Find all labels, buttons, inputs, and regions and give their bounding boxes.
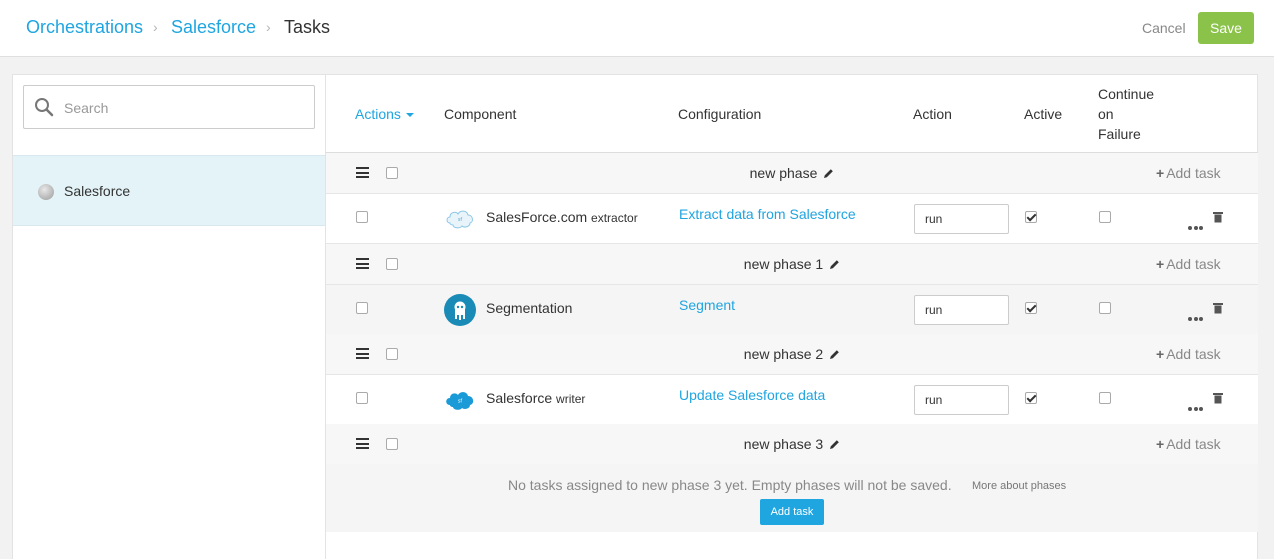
salesforce-extractor-icon: sf [446, 210, 473, 229]
more-about-phases-link[interactable]: More about phases [972, 480, 1066, 492]
component-label: Segmentation [486, 300, 573, 316]
breadcrumb-chevron-icon: › [266, 19, 271, 35]
add-task-button[interactable]: Add task [760, 499, 824, 525]
trash-icon[interactable] [1213, 302, 1223, 314]
segmentation-icon [444, 294, 476, 326]
svg-text:sf: sf [458, 399, 463, 405]
cancel-button[interactable]: Cancel [1142, 20, 1186, 36]
more-options-icon[interactable] [1188, 308, 1205, 324]
column-header-active: Active [1024, 106, 1063, 122]
trash-icon[interactable] [1213, 392, 1223, 404]
add-task-label: Add task [1166, 346, 1221, 362]
action-input[interactable] [914, 385, 1009, 415]
phase-row: new phase + Add task [326, 153, 1258, 194]
phase-name: new phase 2 [326, 346, 1258, 362]
component-label: SalesForce.com [486, 209, 588, 225]
active-checkbox[interactable] [1025, 211, 1037, 223]
active-checkbox[interactable] [1025, 392, 1037, 404]
empty-phase-message: No tasks assigned to new phase 3 yet. Em… [508, 477, 952, 493]
task-row: sf SalesForce.com extractor Extract data… [326, 194, 1258, 244]
add-task-link[interactable]: + Add task [1156, 346, 1221, 362]
component-name: SalesForce.com extractor [486, 209, 638, 225]
phase-name: new phase 3 [326, 436, 1258, 452]
task-checkbox[interactable] [356, 211, 368, 223]
configuration-link[interactable]: Segment [679, 297, 735, 313]
add-task-label: Add task [1166, 256, 1221, 272]
phase-name-text: new phase 3 [743, 436, 824, 452]
search-input[interactable] [64, 98, 304, 118]
empty-phase-area: No tasks assigned to new phase 3 yet. Em… [326, 464, 1258, 532]
pencil-icon[interactable] [829, 439, 840, 450]
component-name: Salesforce writer [486, 390, 585, 406]
sidebar-item-salesforce[interactable]: Salesforce [13, 155, 325, 226]
pencil-icon[interactable] [829, 259, 840, 270]
more-options-icon[interactable] [1188, 217, 1205, 233]
actions-label: Actions [355, 106, 401, 122]
phase-row: new phase 1 + Add task [326, 244, 1258, 285]
configuration-link[interactable]: Extract data from Salesforce [679, 206, 856, 222]
add-task-link[interactable]: + Add task [1156, 165, 1221, 181]
status-dot-icon [38, 184, 54, 200]
phase-row: new phase 3 + Add task [326, 424, 1258, 465]
task-row: sf Salesforce writer Update Salesforce d… [326, 375, 1258, 425]
component-label: Salesforce [486, 390, 553, 406]
column-header-on: on [1098, 106, 1114, 122]
column-header-failure: Failure [1098, 126, 1141, 142]
add-task-link[interactable]: + Add task [1156, 256, 1221, 272]
pencil-icon[interactable] [823, 168, 834, 179]
component-type: writer [556, 392, 586, 406]
plus-icon: + [1156, 165, 1165, 181]
caret-down-icon [405, 113, 414, 118]
phase-name-text: new phase [749, 165, 818, 181]
phase-name: new phase 1 [326, 256, 1258, 272]
task-checkbox[interactable] [356, 302, 368, 314]
task-checkbox[interactable] [356, 392, 368, 404]
action-input[interactable] [914, 204, 1009, 234]
continue-on-failure-checkbox[interactable] [1099, 392, 1111, 404]
top-bar: Orchestrations › Salesforce › Tasks Canc… [0, 0, 1274, 57]
component-name: Segmentation [486, 300, 572, 316]
search-box [23, 85, 315, 129]
active-checkbox[interactable] [1025, 302, 1037, 314]
phase-name-text: new phase 2 [743, 346, 824, 362]
phase-name-text: new phase 1 [743, 256, 824, 272]
salesforce-writer-icon: sf [446, 392, 474, 410]
breadcrumb-chevron-icon: › [153, 19, 158, 35]
component-type: extractor [591, 211, 638, 225]
column-header-action: Action [913, 106, 952, 122]
sidebar-item-label: Salesforce [64, 183, 131, 199]
more-options-icon[interactable] [1188, 398, 1205, 414]
sidebar: Salesforce [12, 74, 326, 559]
add-task-link[interactable]: + Add task [1156, 436, 1221, 452]
task-row: Segmentation Segment [326, 285, 1258, 335]
phase-name: new phase [326, 165, 1258, 181]
actions-dropdown[interactable]: Actions [355, 106, 414, 122]
breadcrumb-salesforce[interactable]: Salesforce [171, 17, 256, 38]
column-header-continue: Continue [1098, 86, 1155, 102]
continue-on-failure-checkbox[interactable] [1099, 211, 1111, 223]
plus-icon: + [1156, 436, 1165, 452]
trash-icon[interactable] [1213, 211, 1223, 223]
page-title: Tasks [284, 17, 331, 37]
column-header-component: Component [444, 106, 517, 122]
continue-on-failure-checkbox[interactable] [1099, 302, 1111, 314]
svg-text:sf: sf [458, 217, 463, 223]
pencil-icon[interactable] [829, 349, 840, 360]
search-icon [35, 98, 54, 117]
action-input[interactable] [914, 295, 1009, 325]
add-task-label: Add task [1166, 436, 1221, 452]
breadcrumb-orchestrations[interactable]: Orchestrations [26, 17, 143, 38]
plus-icon: + [1156, 256, 1165, 272]
plus-icon: + [1156, 346, 1165, 362]
phase-row: new phase 2 + Add task [326, 334, 1258, 375]
save-button[interactable]: Save [1198, 12, 1254, 44]
tasks-table: Actions Component Configuration Action A… [326, 74, 1258, 559]
configuration-link[interactable]: Update Salesforce data [679, 387, 825, 403]
add-task-label: Add task [1166, 165, 1221, 181]
column-header-configuration: Configuration [678, 106, 762, 122]
